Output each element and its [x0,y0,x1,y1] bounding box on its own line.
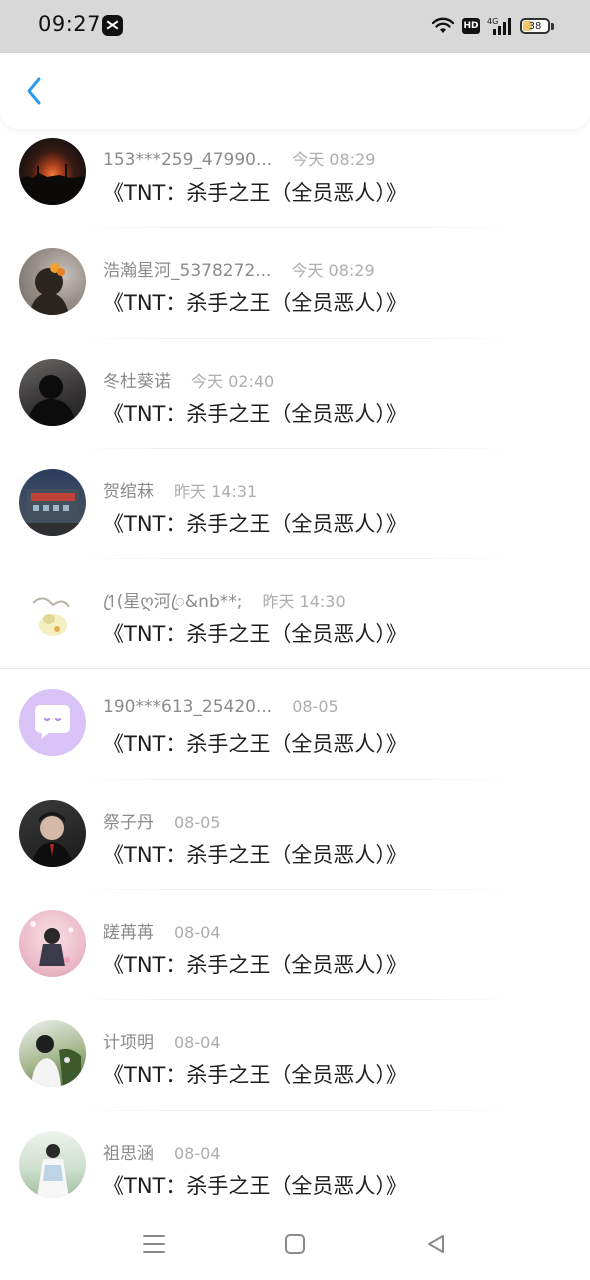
timestamp: 08-05 [292,697,339,717]
avatar[interactable] [19,1130,86,1198]
item-meta: 祭子丹 08-05 [103,808,221,833]
avatar[interactable] [19,358,86,426]
list-item[interactable]: 浩瀚星河_5378272... 今天 08:29 《TNT：杀手之王（全员恶人）… [0,228,590,339]
item-content: 《TNT：杀手之王（全员恶人）》 [103,511,407,536]
timestamp: 昨天 14:31 [174,481,258,501]
user-name: 贺绾菻 [103,481,154,502]
avatar[interactable] [19,1020,86,1088]
avatar[interactable] [19,138,86,205]
list-item[interactable]: 1ꦿ(星ღ河ꦿ&nb**; 昨天 14:30 《TNT：杀手之王（全员恶人）》 [0,559,590,670]
avatar[interactable] [19,248,86,316]
avatar[interactable] [19,799,86,867]
user-name: 153***259_47990... [103,150,273,170]
item-meta: 贺绾菻 昨天 14:31 [103,477,257,502]
avatar[interactable] [19,910,86,978]
system-back-button[interactable] [416,1224,456,1264]
system-nav-bar [0,1208,590,1280]
avatar-image [19,164,86,205]
chat-bubble-icon [35,705,70,740]
system-icons: HD 4G 38 [431,14,554,38]
timestamp: 今天 08:29 [292,150,376,169]
timestamp: 昨天 14:30 [262,592,346,612]
capcut-icon [102,15,123,36]
timestamp: 08-04 [174,1143,221,1163]
timestamp: 08-04 [174,923,221,943]
list-item[interactable]: 贺绾菻 昨天 14:31 《TNT：杀手之王（全员恶人）》 [0,449,590,560]
avatar[interactable] [19,468,86,536]
back-button[interactable] [14,71,54,111]
home-square-icon [285,1234,305,1254]
nav-bar [0,53,590,129]
user-name: 祖思涵 [103,1143,154,1164]
user-name: 祭子丹 [103,812,154,833]
hd-icon: HD [462,18,480,34]
wifi-icon [431,17,455,33]
item-meta: 浩瀚星河_5378272... 今天 08:29 [103,256,375,281]
menu-icon [143,1235,165,1253]
battery-level: 38 [528,20,542,32]
list-item[interactable]: 计项明 08-04 《TNT：杀手之王（全员恶人）》 [0,1000,590,1111]
item-content: 《TNT：杀手之王（全员恶人）》 [103,732,407,757]
timestamp: 今天 02:40 [191,371,275,391]
list-item[interactable]: 祖思涵 08-04 《TNT：杀手之王（全员恶人）》 [0,1111,590,1221]
avatar-image [32,597,70,637]
status-time: 09:27 [38,12,102,36]
item-content: 《TNT：杀手之王（全员恶人）》 [103,1063,407,1088]
item-meta: 祖思涵 08-04 [103,1139,221,1164]
avatar-image [31,1035,81,1088]
timestamp: 08-04 [174,1033,221,1053]
item-meta: 计项明 08-04 [103,1028,221,1053]
user-name: 计项明 [103,1033,154,1054]
status-bar: 09:27 HD 4G 38 [0,0,590,53]
avatar-image [37,1143,69,1198]
avatar[interactable] [19,579,86,647]
battery-icon: 38 [520,18,550,34]
signal-icon: 4G [487,17,511,35]
item-content: 《TNT：杀手之王（全员恶人）》 [103,181,407,205]
record-list: 153***259_47990... 今天 08:29 《TNT：杀手之王（全员… [0,118,590,1221]
item-content: 《TNT：杀手之王（全员恶人）》 [103,401,407,426]
avatar-image [29,263,69,316]
avatar-image [31,811,73,867]
list-item[interactable]: 祭子丹 08-05 《TNT：杀手之王（全员恶人）》 [0,780,590,891]
item-meta: 蹉苒苒 08-04 [103,918,221,943]
avatar-image [30,921,74,967]
item-meta: 190***613_25420... 08-05 [103,697,339,717]
chevron-left-icon [27,77,41,105]
home-button[interactable] [275,1224,315,1264]
avatar-image [19,488,86,536]
list-item[interactable]: 153***259_47990... 今天 08:29 《TNT：杀手之王（全员… [0,118,590,229]
item-meta: 153***259_47990... 今天 08:29 [103,146,375,170]
network-label: 4G [487,17,498,26]
menu-button[interactable] [134,1224,174,1264]
list-item[interactable]: 冬杜葵诺 今天 02:40 《TNT：杀手之王（全员恶人）》 [0,339,590,449]
battery-tip [551,22,554,30]
avatar-image [27,374,77,426]
item-content: 《TNT：杀手之王（全员恶人）》 [103,1173,407,1198]
item-meta: 冬杜葵诺 今天 02:40 [103,367,274,392]
timestamp: 08-05 [174,812,221,832]
item-content: 《TNT：杀手之王（全员恶人）》 [103,842,407,867]
item-content: 《TNT：杀手之王（全员恶人）》 [103,291,407,316]
user-name: 浩瀚星河_5378272... [103,261,272,282]
user-name: 190***613_25420... [103,697,273,718]
back-triangle-icon [428,1235,444,1253]
list-item[interactable]: 蹉苒苒 08-04 《TNT：杀手之王（全员恶人）》 [0,890,590,1001]
item-content: 《TNT：杀手之王（全员恶人）》 [103,953,407,978]
item-content: 《TNT：杀手之王（全员恶人）》 [103,622,407,647]
list-item[interactable]: 190***613_25420... 08-05 《TNT：杀手之王（全员恶人）… [0,669,590,780]
timestamp: 今天 08:29 [291,261,375,281]
avatar[interactable] [19,689,86,757]
user-name: 冬杜葵诺 [103,371,171,392]
user-name: 蹉苒苒 [103,923,154,944]
